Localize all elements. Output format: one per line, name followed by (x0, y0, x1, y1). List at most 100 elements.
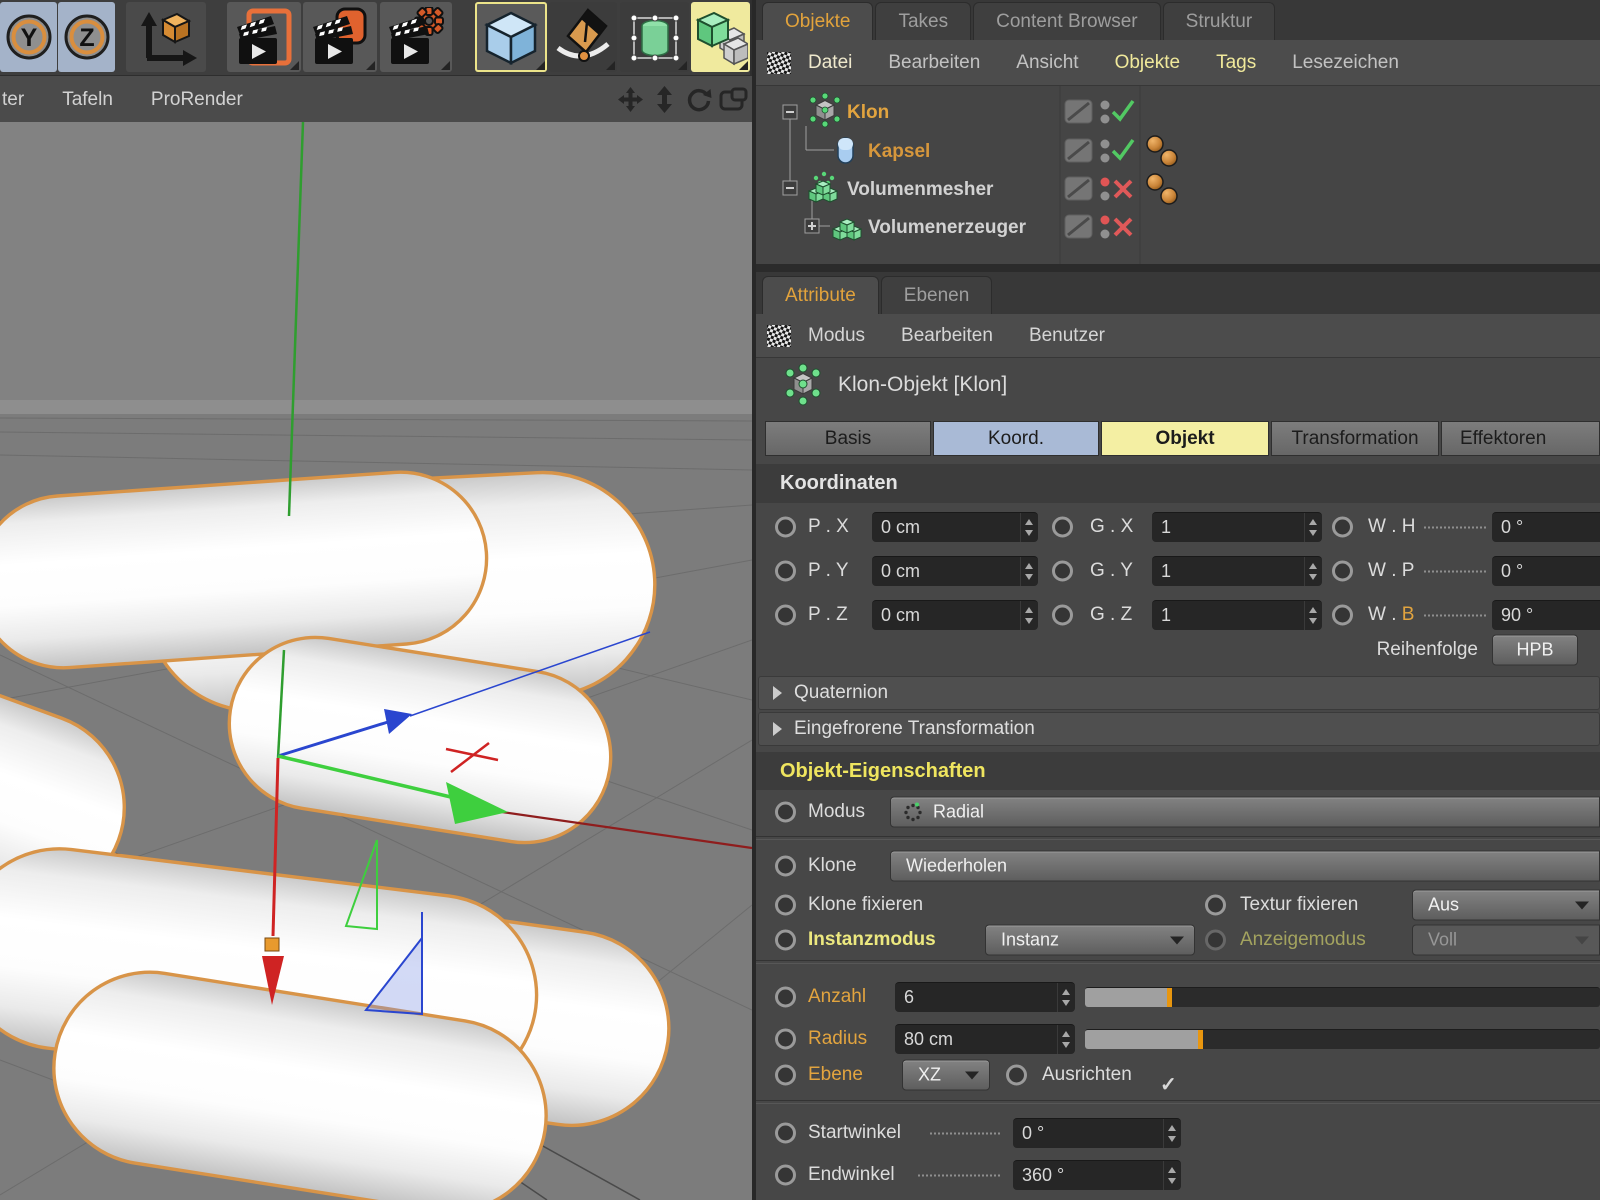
expander-klon[interactable] (782, 104, 798, 120)
drag-grip-icon[interactable] (766, 51, 792, 75)
keyframe-ring[interactable] (1205, 894, 1226, 916)
coordinate-system-button[interactable] (126, 2, 206, 72)
pz-input[interactable]: 0 cm (872, 600, 1038, 630)
keyframe-ring[interactable] (1332, 560, 1353, 582)
tab-struktur[interactable]: Struktur (1162, 2, 1276, 40)
rotate-view-icon[interactable] (685, 86, 712, 113)
render-view-button[interactable] (227, 2, 301, 72)
menu-bearbeiten[interactable]: Bearbeiten (888, 52, 980, 74)
keyframe-ring[interactable] (1332, 604, 1353, 626)
keyframe-ring[interactable] (1052, 604, 1073, 626)
phong-tag-icon[interactable] (1146, 135, 1164, 153)
radius-input[interactable]: 80 cm (895, 1024, 1075, 1054)
keyframe-ring[interactable] (775, 986, 796, 1008)
section-eingefrorene-transformation[interactable]: Eingefrorene Transformation (758, 712, 1600, 746)
stepper-arrows[interactable] (1304, 557, 1322, 586)
radius-slider[interactable] (1085, 1029, 1600, 1049)
px-input[interactable]: 0 cm (872, 512, 1038, 542)
viewport-menu-prorender[interactable]: ProRender (151, 89, 243, 111)
wh-input[interactable]: 0 ° (1492, 512, 1600, 542)
tab-objekt[interactable]: Objekt (1101, 421, 1269, 456)
array-clone-button[interactable] (691, 2, 750, 72)
gx-input[interactable]: 1 (1152, 512, 1322, 542)
expander-volumenerzeuger[interactable] (804, 218, 820, 234)
pan-view-icon[interactable] (617, 86, 644, 113)
toggle-view-icon[interactable] (719, 86, 748, 113)
wp-input[interactable]: 0 ° (1492, 556, 1600, 586)
modus-dropdown[interactable]: Radial (890, 796, 1600, 828)
gy-input[interactable]: 1 (1152, 556, 1322, 586)
stepper-arrows[interactable] (1304, 601, 1322, 630)
textur-fixieren-dropdown[interactable]: Aus (1412, 889, 1600, 921)
viewport-menu-filter[interactable]: ter (2, 89, 24, 111)
stepper-arrows[interactable] (1020, 513, 1038, 542)
py-input[interactable]: 0 cm (872, 556, 1038, 586)
keyframe-ring[interactable] (775, 1164, 796, 1186)
anzahl-input[interactable]: 6 (895, 982, 1075, 1012)
phong-tag-icon[interactable] (1160, 187, 1178, 205)
object-row-volumenerzeuger[interactable]: Volumenerzeuger (831, 214, 1133, 241)
keyframe-ring[interactable] (775, 894, 796, 916)
keyframe-ring[interactable] (775, 560, 796, 582)
tab-transformation[interactable]: Transformation (1271, 421, 1439, 456)
viewport-3d[interactable] (0, 122, 752, 1200)
section-quaternion[interactable]: Quaternion (758, 676, 1600, 710)
menu-objekte[interactable]: Objekte (1115, 52, 1180, 74)
render-picture-viewer-button[interactable] (303, 2, 377, 72)
render-settings-button[interactable] (380, 2, 452, 72)
stepper-arrows[interactable] (1057, 983, 1075, 1012)
axis-y-lock-button[interactable]: Y (0, 2, 57, 72)
render-visibility-dot[interactable] (1100, 191, 1110, 201)
panel-splitter[interactable] (756, 264, 1600, 272)
render-visibility-dot[interactable] (1100, 153, 1110, 163)
stepper-arrows[interactable] (1020, 601, 1038, 630)
axis-z-lock-button[interactable]: Z (58, 2, 115, 72)
editor-visibility-dot[interactable] (1100, 215, 1110, 225)
drag-grip-icon[interactable] (766, 324, 792, 348)
stepper-arrows[interactable] (1163, 1161, 1181, 1190)
tab-takes[interactable]: Takes (875, 2, 972, 40)
tab-ebenen[interactable]: Ebenen (880, 276, 993, 314)
am-menu-benutzer[interactable]: Benutzer (1029, 325, 1105, 347)
anzahl-slider[interactable] (1085, 987, 1600, 1007)
am-menu-modus[interactable]: Modus (808, 325, 865, 347)
keyframe-ring[interactable] (1052, 560, 1073, 582)
keyframe-ring[interactable] (1006, 1064, 1027, 1086)
gz-input[interactable]: 1 (1152, 600, 1322, 630)
tab-objekte[interactable]: Objekte (762, 2, 874, 40)
expander-volumenmesher[interactable] (782, 180, 798, 196)
enable-points-button[interactable] (620, 2, 689, 72)
render-visibility-dot[interactable] (1100, 114, 1110, 124)
endwinkel-input[interactable]: 360 ° (1013, 1160, 1181, 1190)
stepper-arrows[interactable] (1020, 557, 1038, 586)
am-menu-bearbeiten[interactable]: Bearbeiten (901, 325, 993, 347)
tab-content-browser[interactable]: Content Browser (973, 2, 1161, 40)
startwinkel-input[interactable]: 0 ° (1013, 1118, 1181, 1148)
ebene-dropdown[interactable]: XZ (902, 1059, 990, 1091)
anzahl-slider-handle[interactable] (1167, 988, 1173, 1007)
wb-input[interactable]: 90 ° (1492, 600, 1600, 630)
viewport-menu-tafeln[interactable]: Tafeln (62, 89, 113, 111)
reihenfolge-dropdown[interactable]: HPB (1492, 634, 1578, 666)
keyframe-ring[interactable] (775, 1122, 796, 1144)
instanzmodus-dropdown[interactable]: Instanz (985, 924, 1195, 956)
keyframe-ring[interactable] (1332, 516, 1353, 538)
stepper-arrows[interactable] (1057, 1025, 1075, 1054)
phong-tag-icon[interactable] (1146, 173, 1164, 191)
editor-visibility-dot[interactable] (1100, 177, 1110, 187)
tab-basis[interactable]: Basis (765, 421, 931, 456)
keyframe-ring[interactable] (775, 516, 796, 538)
editor-visibility-dot[interactable] (1100, 139, 1110, 149)
editor-visibility-dot[interactable] (1100, 100, 1110, 110)
menu-datei[interactable]: Datei (808, 52, 852, 74)
keyframe-ring[interactable] (775, 929, 796, 951)
render-visibility-dot[interactable] (1100, 229, 1110, 239)
radius-slider-handle[interactable] (1198, 1030, 1204, 1049)
axis-handle[interactable] (264, 937, 280, 952)
menu-ansicht[interactable]: Ansicht (1016, 52, 1078, 74)
keyframe-ring[interactable] (775, 604, 796, 626)
tab-attribute[interactable]: Attribute (762, 276, 879, 314)
tab-koord[interactable]: Koord. (933, 421, 1099, 456)
menu-tags[interactable]: Tags (1216, 52, 1256, 74)
tab-effektoren[interactable]: Effektoren (1441, 421, 1600, 456)
